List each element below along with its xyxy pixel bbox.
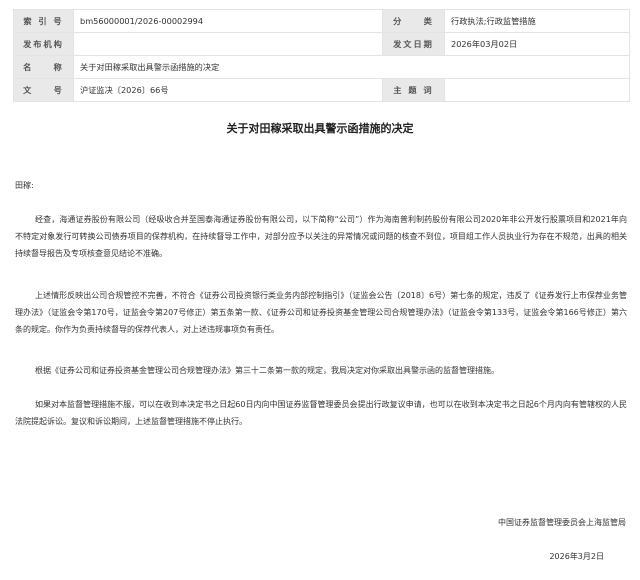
meta-row-index: 索 引 号 bm56000001/2026-00002994 分 类 行政执法;…: [13, 9, 630, 33]
category-value: 行政执法;行政监管措施: [444, 9, 630, 33]
issuing-agency-value: [73, 32, 383, 56]
document-title: 关于对田稼采取出具警示函措施的决定: [226, 122, 414, 135]
document-name-label: 名 称: [13, 55, 74, 79]
salutation: 田稼:: [15, 181, 34, 190]
subject-keywords-label: 主 题 词: [382, 78, 445, 102]
category-label: 分 类: [382, 9, 445, 33]
issue-date-label: 发文日期: [382, 32, 445, 56]
index-number-value: bm56000001/2026-00002994: [73, 9, 383, 33]
meta-row-number: 文 号 沪证监决〔2026〕66号 主 题 词: [13, 78, 630, 102]
document-name-value: 关于对田稼采取出具警示函措施的决定: [73, 55, 630, 79]
subject-keywords-value: [444, 78, 630, 102]
issue-date-value: 2026年03月02日: [444, 32, 630, 56]
paragraph-appeal: 如果对本监督管理措施不服，可以在收到本决定书之日起60日内向中国证券监督管理委员…: [15, 400, 627, 426]
document-metadata-table: 索 引 号 bm56000001/2026-00002994 分 类 行政执法;…: [13, 9, 630, 102]
paragraph-findings: 经查，海通证券股份有限公司（经吸收合并至国泰海通证券股份有限公司，以下简称“公司…: [15, 215, 627, 258]
paragraph-decision: 根据《证券公司和证券投资基金管理公司合规管理办法》第三十二条第一款的规定，我局决…: [35, 366, 499, 375]
index-number-label: 索 引 号: [13, 9, 74, 33]
issuing-agency-label: 发布机构: [13, 32, 74, 56]
document-number-value: 沪证监决〔2026〕66号: [73, 78, 383, 102]
meta-row-name: 名 称 关于对田稼采取出具警示函措施的决定: [13, 55, 630, 79]
document-number-label: 文 号: [13, 78, 74, 102]
signature-date: 2026年3月2日: [549, 552, 604, 561]
issuer-signature: 中国证券监督管理委员会上海监管局: [498, 518, 626, 527]
paragraph-violations: 上述情形反映出公司合规管控不完善，不符合《证券公司投资银行类业务内部控制指引》（…: [15, 291, 627, 334]
meta-row-issuer: 发布机构 发文日期 2026年03月02日: [13, 32, 630, 56]
